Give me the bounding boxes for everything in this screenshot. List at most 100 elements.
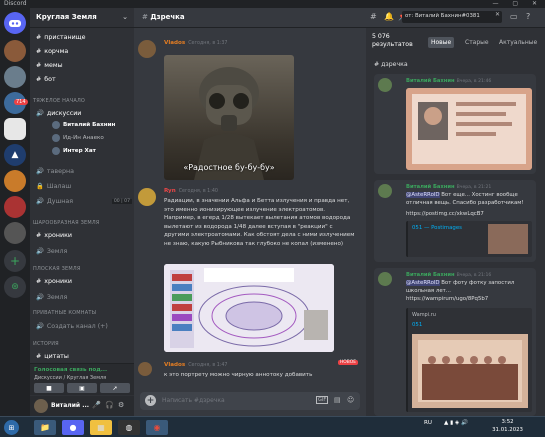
message-input[interactable]: Написать #дзречка [162,397,225,404]
gear-icon[interactable]: ⚙ [118,401,124,409]
channel-hroniki-2[interactable]: # хроники [36,276,72,286]
server-icon-2[interactable] [4,66,26,88]
link-embed[interactable]: Wampi.ru 051 [406,308,532,412]
avatar[interactable] [138,362,152,376]
link-embed[interactable]: 051 — Postimages [406,221,532,257]
voice-channel-zemlya-2[interactable]: 🔊 Земля [36,292,67,302]
voice-channel-dushnaya[interactable]: 🔊 Душная 00 | 07 [36,196,132,206]
avatar[interactable] [34,399,48,413]
sticker-icon[interactable]: ▤ [334,396,341,404]
message-image-gasmask[interactable]: «Радостное бу-бу-бу» [164,55,294,180]
category-privatnye[interactable]: ПРИВАТНЫЕ КОМНАТЫ [33,310,96,316]
clock[interactable]: 3:52 31.01.2023 [492,419,523,434]
message-author[interactable]: Vlados [164,40,185,46]
search-result[interactable]: Виталий Бахнин Вчера, в 21:46 [374,74,536,174]
result-link[interactable]: https://wampirum/ugo/8Pq5b7 [406,296,532,304]
start-button[interactable]: ⊞ [4,420,19,435]
voice-status[interactable]: Голосовая связь под... [34,367,107,373]
server-icon-5[interactable]: ▲ [4,144,26,166]
voice-user[interactable]: Ид-Ин Анаеко [52,134,104,142]
category-sharoobraznaya[interactable]: ШАРООБРАЗНАЯ ЗЕМЛЯ [33,220,99,226]
channel-pristanishche[interactable]: # пристанище [36,32,86,42]
embed-title[interactable]: 051 — Postimages [412,225,462,231]
user-mention[interactable]: @AsteRRolD [406,280,440,286]
channel-citaty[interactable]: # цитаты [36,351,69,361]
message-header: Ryn Сегодня, в 1:40 [164,188,218,194]
avatar[interactable] [138,40,156,58]
server-icon-round-earth[interactable] [4,118,26,140]
search-result[interactable]: Виталий Бахнин Вчера, в 21:16 @AsteRRolD … [374,268,536,416]
channel-korchma[interactable]: # корчма [36,46,68,56]
emoji-icon[interactable]: ☺ [347,396,354,404]
message: Vlados Сегодня, в 1:47 НОВОЕ к это портре… [138,360,362,388]
help-icon[interactable]: ? [526,12,530,21]
result-link[interactable]: https://postimg.cc/xkwLqcB7 [406,211,532,219]
search-input[interactable]: от: Виталий Бахнин#0381 [402,11,502,23]
avatar[interactable] [378,184,392,198]
explore-servers-button[interactable]: ⊛ [4,276,26,298]
taskbar-discord[interactable]: ● [62,420,84,435]
channel-hroniki-1[interactable]: # хроники [36,230,72,240]
result-author[interactable]: Виталий Бахнин [406,272,455,278]
home-button[interactable] [4,12,26,34]
inbox-icon[interactable]: ▭ [510,12,518,21]
voice-channel-path[interactable]: Дискуссии / Круглая Земля [34,375,106,381]
category-istoriya[interactable]: ИСТОРИЯ [33,341,59,347]
channel-memy[interactable]: # мемы [36,60,63,70]
server-icon-6[interactable] [4,170,26,192]
notifications-icon[interactable]: 🔔 [384,12,394,21]
headphones-icon[interactable]: 🎧 [105,401,114,409]
avatar[interactable] [378,272,392,286]
message-author[interactable]: Vlados [164,362,185,368]
message-author[interactable]: Ryn [164,188,176,194]
message-image-diagram[interactable] [164,264,334,352]
screen-share-icon[interactable]: ▣ [67,383,97,393]
embed-title[interactable]: 051 [412,322,422,328]
user-mention[interactable]: @AsteRRolD [406,192,440,198]
gif-icon[interactable]: GIF [316,396,329,404]
taskbar-explorer[interactable]: 📁 [34,420,56,435]
tab-new[interactable]: Новые [428,37,455,48]
result-author[interactable]: Виталий Бахнин [406,184,455,190]
voice-user[interactable]: Виталий Бахнин [52,121,115,129]
username[interactable]: Виталий ... [51,402,89,409]
embed-image-class-photo[interactable] [412,334,528,408]
voice-channel-shalash[interactable]: 🔒 Шалаш [36,181,71,191]
taskbar-chrome[interactable]: ◉ [146,420,168,435]
voice-channel-zemlya-1[interactable]: 🔊 Земля [36,246,67,256]
server-icon-8[interactable] [4,222,26,244]
hash-icon: # [36,75,42,83]
voice-user[interactable]: Интер Хат [52,147,96,155]
avatar[interactable] [138,188,156,206]
server-icon-1[interactable] [4,40,26,62]
category-tyazheloe[interactable]: ТЯЖЕЛОЕ НАЧАЛО [33,98,85,104]
language-indicator[interactable]: RU [424,420,432,426]
voice-channel-diskussii[interactable]: 🔊 дискуссии [36,108,81,118]
taskbar-files[interactable]: ▦ [90,420,112,435]
search-result[interactable]: Виталий Бахнин Вчера, в 21:21 @AsteRRolD … [374,180,536,262]
voice-channel-taverna[interactable]: 🔊 таверна [36,166,74,176]
result-channel[interactable]: # дзречка [374,61,408,68]
tray-icons[interactable]: ▲ ▮ ◈ 🔊 [444,420,468,426]
tab-relevant[interactable]: Актуальные [496,37,540,48]
channel-bot[interactable]: # бот [36,74,56,84]
taskbar-app[interactable]: ◍ [118,420,140,435]
server-icon-7[interactable] [4,196,26,218]
result-time: Вчера, в 21:46 [456,79,492,84]
microphone-icon[interactable]: 🎤 [92,401,101,409]
category-ploskaya[interactable]: ПЛОСКАЯ ЗЕМЛЯ [33,266,81,272]
message-composer[interactable]: + Написать #дзречка GIF ▤ ☺ [140,392,360,410]
result-author[interactable]: Виталий Бахнин [406,78,455,84]
rocket-icon[interactable]: ➚ [100,383,130,393]
window-controls[interactable]: — ▢ ✕ [492,0,543,7]
attach-plus-icon[interactable]: + [145,395,156,406]
avatar[interactable] [378,78,392,92]
guild-header[interactable]: Круглая Земля ⌄ [30,8,134,28]
camera-icon[interactable]: ■ [34,383,64,393]
close-icon[interactable]: ✕ [495,11,500,18]
add-server-button[interactable]: + [4,250,26,272]
tab-old[interactable]: Старые [462,37,492,48]
result-image-passport[interactable] [406,88,532,170]
voice-channel-create[interactable]: 🔊 Создать канал (+) [36,321,108,331]
threads-icon[interactable]: # [370,12,377,21]
